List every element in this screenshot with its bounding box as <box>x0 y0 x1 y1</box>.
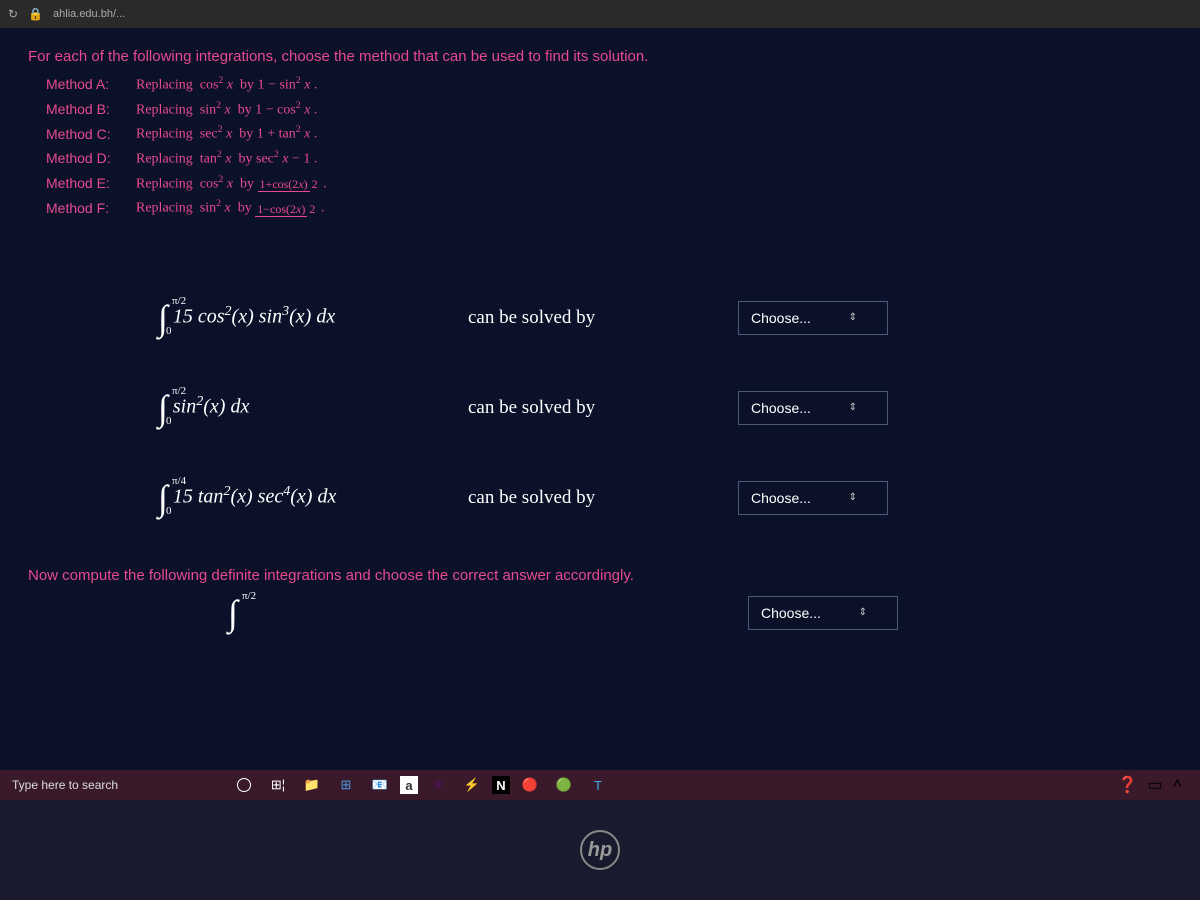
integral-row: ∫π/40 15 tan2(x) sec4(x) dx can be solve… <box>158 477 1172 519</box>
windows-taskbar[interactable]: Type here to search ⊞¦ 📁 ⊞ 📧 a ✱ ⚡ N 🔴 🟢… <box>0 770 1200 800</box>
method-select[interactable]: Choose... ⇕ <box>738 301 888 335</box>
method-label: Method B: <box>46 101 124 117</box>
method-label: Method A: <box>46 76 124 92</box>
method-text: Replacing sin2 x by 1−cos(2x)2 . <box>136 198 324 217</box>
instruction-text: For each of the following integrations, … <box>28 48 1172 65</box>
chevron-updown-icon: ⇕ <box>849 312 857 323</box>
store-icon[interactable]: ⊞ <box>332 773 360 797</box>
app-icon[interactable]: a <box>400 776 418 794</box>
chevron-updown-icon: ⇕ <box>849 492 857 503</box>
method-label: Method E: <box>46 175 124 191</box>
method-text: Replacing sec2 x by 1 + tan2 x . <box>136 124 317 143</box>
select-value: Choose... <box>751 490 811 506</box>
help-icon[interactable]: ❓ <box>1118 775 1138 795</box>
chevron-updown-icon: ⇕ <box>849 402 857 413</box>
app-icon-2[interactable]: 🟢 <box>550 773 578 797</box>
page-content: For each of the following integrations, … <box>0 28 1200 770</box>
task-view-icon[interactable]: ⊞¦ <box>264 773 292 797</box>
compute-instruction: Now compute the following definite integ… <box>28 567 1172 584</box>
method-row: Method D: Replacing tan2 x by sec2 x − 1… <box>46 149 1172 168</box>
integral-expression: ∫π/20 15 cos2(x) sin3(x) dx <box>158 297 468 339</box>
url-text: ahlia.edu.bh/... <box>53 8 125 20</box>
method-row: Method E: Replacing cos2 x by 1+cos(2x)2… <box>46 174 1172 193</box>
integral-row: ∫π/20 15 cos2(x) sin3(x) dx can be solve… <box>158 297 1172 339</box>
taskbar-search[interactable]: Type here to search <box>6 778 226 792</box>
select-value: Choose... <box>751 400 811 416</box>
methods-list: Method A: Replacing cos2 x by 1 − sin2 x… <box>46 75 1172 217</box>
partial-integral: ∫π/2 <box>228 592 748 634</box>
method-row: Method A: Replacing cos2 x by 1 − sin2 x… <box>46 75 1172 94</box>
method-row: Method B: Replacing sin2 x by 1 − cos2 x… <box>46 100 1172 119</box>
partial-integral-row: ∫π/2 Choose... ⇕ <box>28 592 1172 634</box>
solve-label: can be solved by <box>468 397 738 419</box>
method-select[interactable]: Choose... ⇕ <box>738 391 888 425</box>
browser-toolbar: ↻ 🔒 ahlia.edu.bh/... <box>0 0 1200 28</box>
slack-icon[interactable]: ✱ <box>424 773 452 797</box>
system-tray[interactable]: ❓ ▭ ˄ <box>1118 775 1194 795</box>
mail-icon[interactable]: 📧 <box>366 773 394 797</box>
refresh-icon[interactable]: ↻ <box>8 7 18 21</box>
integral-list: ∫π/20 15 cos2(x) sin3(x) dx can be solve… <box>158 297 1172 519</box>
method-label: Method C: <box>46 126 124 142</box>
solve-label: can be solved by <box>468 487 738 509</box>
integral-expression: ∫π/20 sin2(x) dx <box>158 387 468 429</box>
expand-icon[interactable]: ˄ <box>1173 776 1182 794</box>
file-explorer-icon[interactable]: 📁 <box>298 773 326 797</box>
method-text: Replacing cos2 x by 1+cos(2x)2 . <box>136 174 327 193</box>
cortana-icon[interactable] <box>230 773 258 797</box>
method-row: Method C: Replacing sec2 x by 1 + tan2 x… <box>46 124 1172 143</box>
integral-row: ∫π/20 sin2(x) dx can be solved by Choose… <box>158 387 1172 429</box>
chevron-updown-icon: ⇕ <box>859 607 867 618</box>
method-text: Replacing tan2 x by sec2 x − 1 . <box>136 149 317 168</box>
app-icon-3[interactable]: T <box>584 773 612 797</box>
method-text: Replacing cos2 x by 1 − sin2 x . <box>136 75 317 94</box>
method-row: Method F: Replacing sin2 x by 1−cos(2x)2… <box>46 198 1172 217</box>
lock-icon: 🔒 <box>28 7 43 21</box>
select-value: Choose... <box>751 310 811 326</box>
notion-icon[interactable]: N <box>492 776 510 794</box>
chrome-icon[interactable]: 🔴 <box>516 773 544 797</box>
answer-select[interactable]: Choose... ⇕ <box>748 596 898 630</box>
method-label: Method D: <box>46 150 124 166</box>
method-label: Method F: <box>46 200 124 216</box>
method-text: Replacing sin2 x by 1 − cos2 x . <box>136 100 317 119</box>
solve-label: can be solved by <box>468 307 738 329</box>
power-icon[interactable]: ⚡ <box>458 773 486 797</box>
integral-expression: ∫π/40 15 tan2(x) sec4(x) dx <box>158 477 468 519</box>
hp-logo: hp <box>580 830 620 870</box>
method-select[interactable]: Choose... ⇕ <box>738 481 888 515</box>
select-value: Choose... <box>761 605 821 621</box>
tray-icon[interactable]: ▭ <box>1148 775 1163 795</box>
